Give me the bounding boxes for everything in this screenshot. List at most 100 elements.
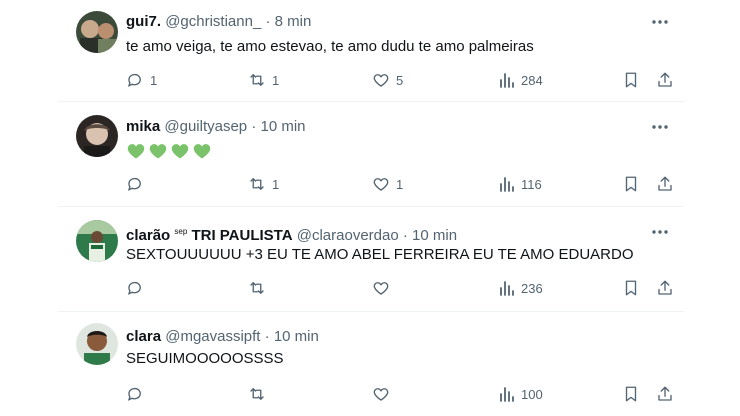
bookmark-button[interactable] [622, 277, 640, 299]
share-icon [658, 386, 672, 401]
avatar[interactable] [76, 220, 118, 262]
post-actions: 100 [126, 383, 676, 405]
reply-count: 1 [150, 72, 158, 88]
author-handle[interactable]: @mgavassipft [165, 328, 260, 345]
post-header: clara @mgavassipft · 10 min [126, 328, 319, 346]
repost-count: 1 [272, 72, 280, 88]
heart-icon [373, 74, 389, 87]
share-button[interactable] [656, 173, 674, 195]
like-count: 5 [396, 72, 404, 88]
view-count: 284 [521, 72, 543, 88]
author-handle[interactable]: @claraoverdao [297, 227, 399, 244]
repost-button[interactable]: 1 [248, 69, 279, 91]
repost-icon [250, 282, 264, 294]
share-icon [658, 280, 672, 295]
author-name-suffix[interactable]: TRI PAULISTA [191, 227, 292, 244]
separator-dot: · [264, 328, 270, 345]
author-name[interactable]: clara [126, 328, 161, 345]
post-time[interactable]: 10 min [261, 118, 306, 135]
bookmark-button[interactable] [622, 173, 640, 195]
view-count: 236 [521, 280, 543, 296]
repost-icon [250, 178, 264, 190]
like-button[interactable] [372, 277, 396, 299]
author-name[interactable]: gui7. [126, 13, 161, 30]
views-button[interactable]: 236 [499, 277, 543, 299]
view-count: 116 [521, 176, 542, 192]
reply-icon [127, 281, 141, 295]
bookmark-button[interactable] [622, 383, 640, 405]
post-text: SEGUIMOOOOOSSSS [126, 350, 284, 367]
post[interactable]: clara @mgavassipft · 10 min SEGUIMOOOOOS… [58, 312, 684, 416]
post-time[interactable]: 10 min [412, 227, 457, 244]
bookmark-icon [625, 386, 637, 402]
bookmark-icon [625, 280, 637, 296]
repost-count: 1 [272, 176, 280, 192]
green-heart-icon [171, 144, 189, 159]
share-button[interactable] [656, 277, 674, 299]
post-text [126, 141, 212, 161]
like-count: 1 [396, 176, 404, 192]
post[interactable]: mika @guiltyasep · 10 min 1 1 116 [58, 102, 684, 207]
share-button[interactable] [656, 383, 674, 405]
share-icon [658, 72, 672, 87]
reply-button[interactable]: 1 [126, 69, 157, 91]
view-count: 100 [521, 386, 543, 402]
repost-button[interactable]: 1 [248, 173, 279, 195]
reply-button[interactable] [126, 277, 150, 299]
reply-button[interactable] [126, 173, 150, 195]
avatar[interactable] [76, 11, 118, 53]
separator-dot: · [251, 118, 257, 135]
post-header: gui7. @gchristiann_ · 8 min [126, 13, 311, 31]
avatar[interactable] [76, 115, 118, 157]
views-icon [500, 73, 514, 88]
author-name[interactable]: clarão [126, 227, 170, 244]
reply-button[interactable] [126, 383, 150, 405]
like-button[interactable]: 1 [372, 173, 403, 195]
green-heart-icon [127, 144, 145, 159]
share-icon [658, 176, 672, 191]
more-icon[interactable] [650, 118, 670, 136]
views-icon [500, 281, 514, 296]
views-icon [500, 177, 514, 192]
more-icon[interactable] [650, 13, 670, 31]
post-actions: 236 [126, 277, 676, 299]
reply-icon [127, 387, 141, 401]
reply-icon [127, 177, 141, 191]
author-handle[interactable]: @guiltyasep [164, 118, 247, 135]
green-heart-icon [193, 144, 211, 159]
views-button[interactable]: 284 [499, 69, 543, 91]
repost-button[interactable] [248, 383, 272, 405]
green-heart-icon [149, 144, 167, 159]
timeline: gui7. @gchristiann_ · 8 min te amo veiga… [58, 0, 684, 416]
share-button[interactable] [656, 69, 674, 91]
heart-icon [373, 282, 389, 295]
repost-button[interactable] [248, 277, 272, 299]
views-button[interactable]: 116 [499, 173, 542, 195]
like-button[interactable] [372, 383, 396, 405]
bookmark-icon [625, 176, 637, 192]
heart-icon [373, 388, 389, 401]
post-time[interactable]: 8 min [275, 13, 312, 30]
author-handle[interactable]: @gchristiann_ [165, 13, 261, 30]
separator-dot: · [265, 13, 271, 30]
post-actions: 1 1 5 284 [126, 69, 676, 91]
post-text: te amo veiga, te amo estevao, te amo dud… [126, 38, 534, 55]
post-header: clarão sep TRI PAULISTA @claraoverdao · … [126, 223, 457, 245]
post-header: mika @guiltyasep · 10 min [126, 118, 306, 136]
name-tag: sep [174, 227, 188, 236]
repost-icon [250, 74, 264, 86]
author-name[interactable]: mika [126, 118, 160, 135]
views-icon [500, 387, 514, 402]
like-button[interactable]: 5 [372, 69, 403, 91]
post[interactable]: gui7. @gchristiann_ · 8 min te amo veiga… [58, 0, 684, 102]
views-button[interactable]: 100 [499, 383, 543, 405]
avatar[interactable] [76, 323, 118, 365]
more-icon[interactable] [650, 223, 670, 241]
post-time[interactable]: 10 min [274, 328, 319, 345]
bookmark-icon [625, 72, 637, 88]
reply-icon [127, 73, 141, 87]
post[interactable]: clarão sep TRI PAULISTA @claraoverdao · … [58, 207, 684, 312]
post-actions: 1 1 116 [126, 173, 676, 195]
heart-icon [373, 178, 389, 191]
bookmark-button[interactable] [622, 69, 640, 91]
